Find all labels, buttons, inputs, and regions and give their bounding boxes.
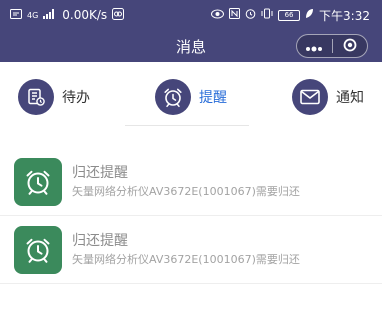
tab-reminder[interactable]: 提醒: [155, 79, 227, 115]
status-right: 66 下午3:32: [211, 7, 370, 24]
network-speed: 0.00K/s: [62, 8, 108, 22]
alarm-icon: [245, 8, 256, 22]
target-close-icon: [343, 37, 357, 56]
clock-time: 下午3:32: [319, 8, 370, 23]
more-dots-icon: [305, 37, 323, 56]
message-tabs: 待办 提醒 通知: [0, 62, 382, 132]
list-item[interactable]: 归还提醒 矢量网络分析仪AV3672E(1001067)需要归还: [0, 216, 382, 284]
tab-notice-label: 通知: [336, 90, 364, 106]
eye-icon: [211, 8, 225, 22]
app-notification-icon: [112, 7, 125, 23]
list-item-title: 归还提醒: [72, 232, 128, 249]
more-button[interactable]: [297, 35, 332, 57]
status-bar: 4G 0.00K/s 66 下午3:32: [0, 0, 382, 30]
list-item-desc: 矢量网络分析仪AV3672E(1001067)需要归还: [72, 184, 300, 198]
message-icon: [10, 8, 22, 22]
signal-icon: [43, 8, 57, 22]
list-item-title: 归还提醒: [72, 164, 128, 181]
list-item-desc: 矢量网络分析仪AV3672E(1001067)需要归还: [72, 252, 300, 266]
page-title: 消息: [175, 37, 206, 56]
network-type: 4G: [27, 10, 39, 20]
tab-notice[interactable]: 通知: [292, 79, 364, 115]
alarm-clock-icon: [14, 157, 62, 206]
list-item-text: 归还提醒 矢量网络分析仪AV3672E(1001067)需要归还: [72, 231, 300, 269]
mini-program-capsule: [296, 34, 368, 58]
nav-bar: 消息: [0, 30, 382, 62]
tab-reminder-label: 提醒: [199, 90, 227, 106]
status-left: 4G 0.00K/s: [10, 7, 125, 23]
message-list: 归还提醒 矢量网络分析仪AV3672E(1001067)需要归还 归还提醒 矢量…: [0, 148, 382, 284]
tab-todo-label: 待办: [62, 90, 90, 106]
alarm-clock-icon: [14, 225, 62, 274]
close-app-button[interactable]: [333, 35, 368, 57]
active-tab-underline: [125, 125, 249, 126]
list-item-text: 归还提醒 矢量网络分析仪AV3672E(1001067)需要归还: [72, 163, 300, 201]
alarm-clock-icon: [155, 79, 191, 115]
envelope-icon: [292, 79, 328, 115]
list-item[interactable]: 归还提醒 矢量网络分析仪AV3672E(1001067)需要归还: [0, 148, 382, 216]
vibrate-icon: [261, 8, 273, 22]
nfc-icon: [229, 8, 241, 22]
todo-icon: [18, 79, 54, 115]
battery-icon: 66: [278, 9, 301, 21]
tab-todo[interactable]: 待办: [18, 79, 90, 115]
leaf-icon: [305, 8, 314, 22]
